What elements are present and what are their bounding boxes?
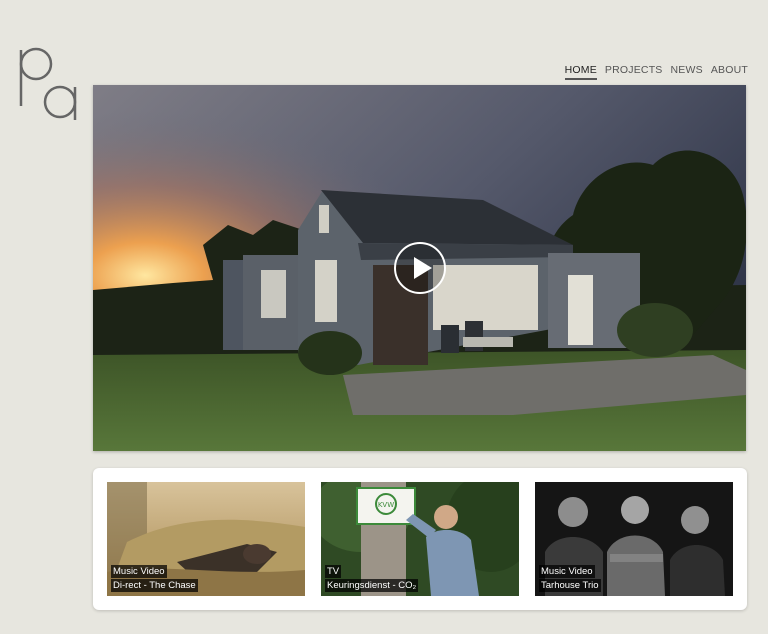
nav-projects[interactable]: PROJECTS [605, 64, 663, 80]
project-title: Di-rect - The Chase [111, 579, 198, 592]
main-nav: HOME PROJECTS NEWS ABOUT [564, 64, 748, 80]
hero-video[interactable] [93, 85, 746, 451]
project-title: Tarhouse Trio [539, 579, 601, 592]
kvw-sign-text: KVW [378, 501, 394, 509]
brand-logo[interactable] [14, 44, 82, 126]
project-thumbnails: Music Video Di-rect - The Chase KVW TV K… [93, 468, 747, 610]
project-card-di-rect[interactable]: Music Video Di-rect - The Chase [107, 482, 305, 596]
play-icon [413, 257, 432, 279]
play-button[interactable] [394, 242, 446, 294]
nav-home[interactable]: HOME [564, 64, 597, 80]
project-category: Music Video [539, 565, 595, 578]
project-card-keuringsdienst[interactable]: KVW TV Keuringsdienst - CO₂ [321, 482, 519, 596]
project-caption: Music Video Di-rect - The Chase [111, 565, 198, 592]
nav-about[interactable]: ABOUT [711, 64, 748, 80]
nav-news[interactable]: NEWS [671, 64, 703, 80]
project-caption: TV Keuringsdienst - CO₂ [325, 565, 419, 592]
project-caption: Music Video Tarhouse Trio [539, 565, 601, 592]
project-card-tarhouse-trio[interactable]: Music Video Tarhouse Trio [535, 482, 733, 596]
project-category: TV [325, 565, 342, 578]
project-title: Keuringsdienst - CO₂ [325, 579, 419, 592]
project-category: Music Video [111, 565, 167, 578]
